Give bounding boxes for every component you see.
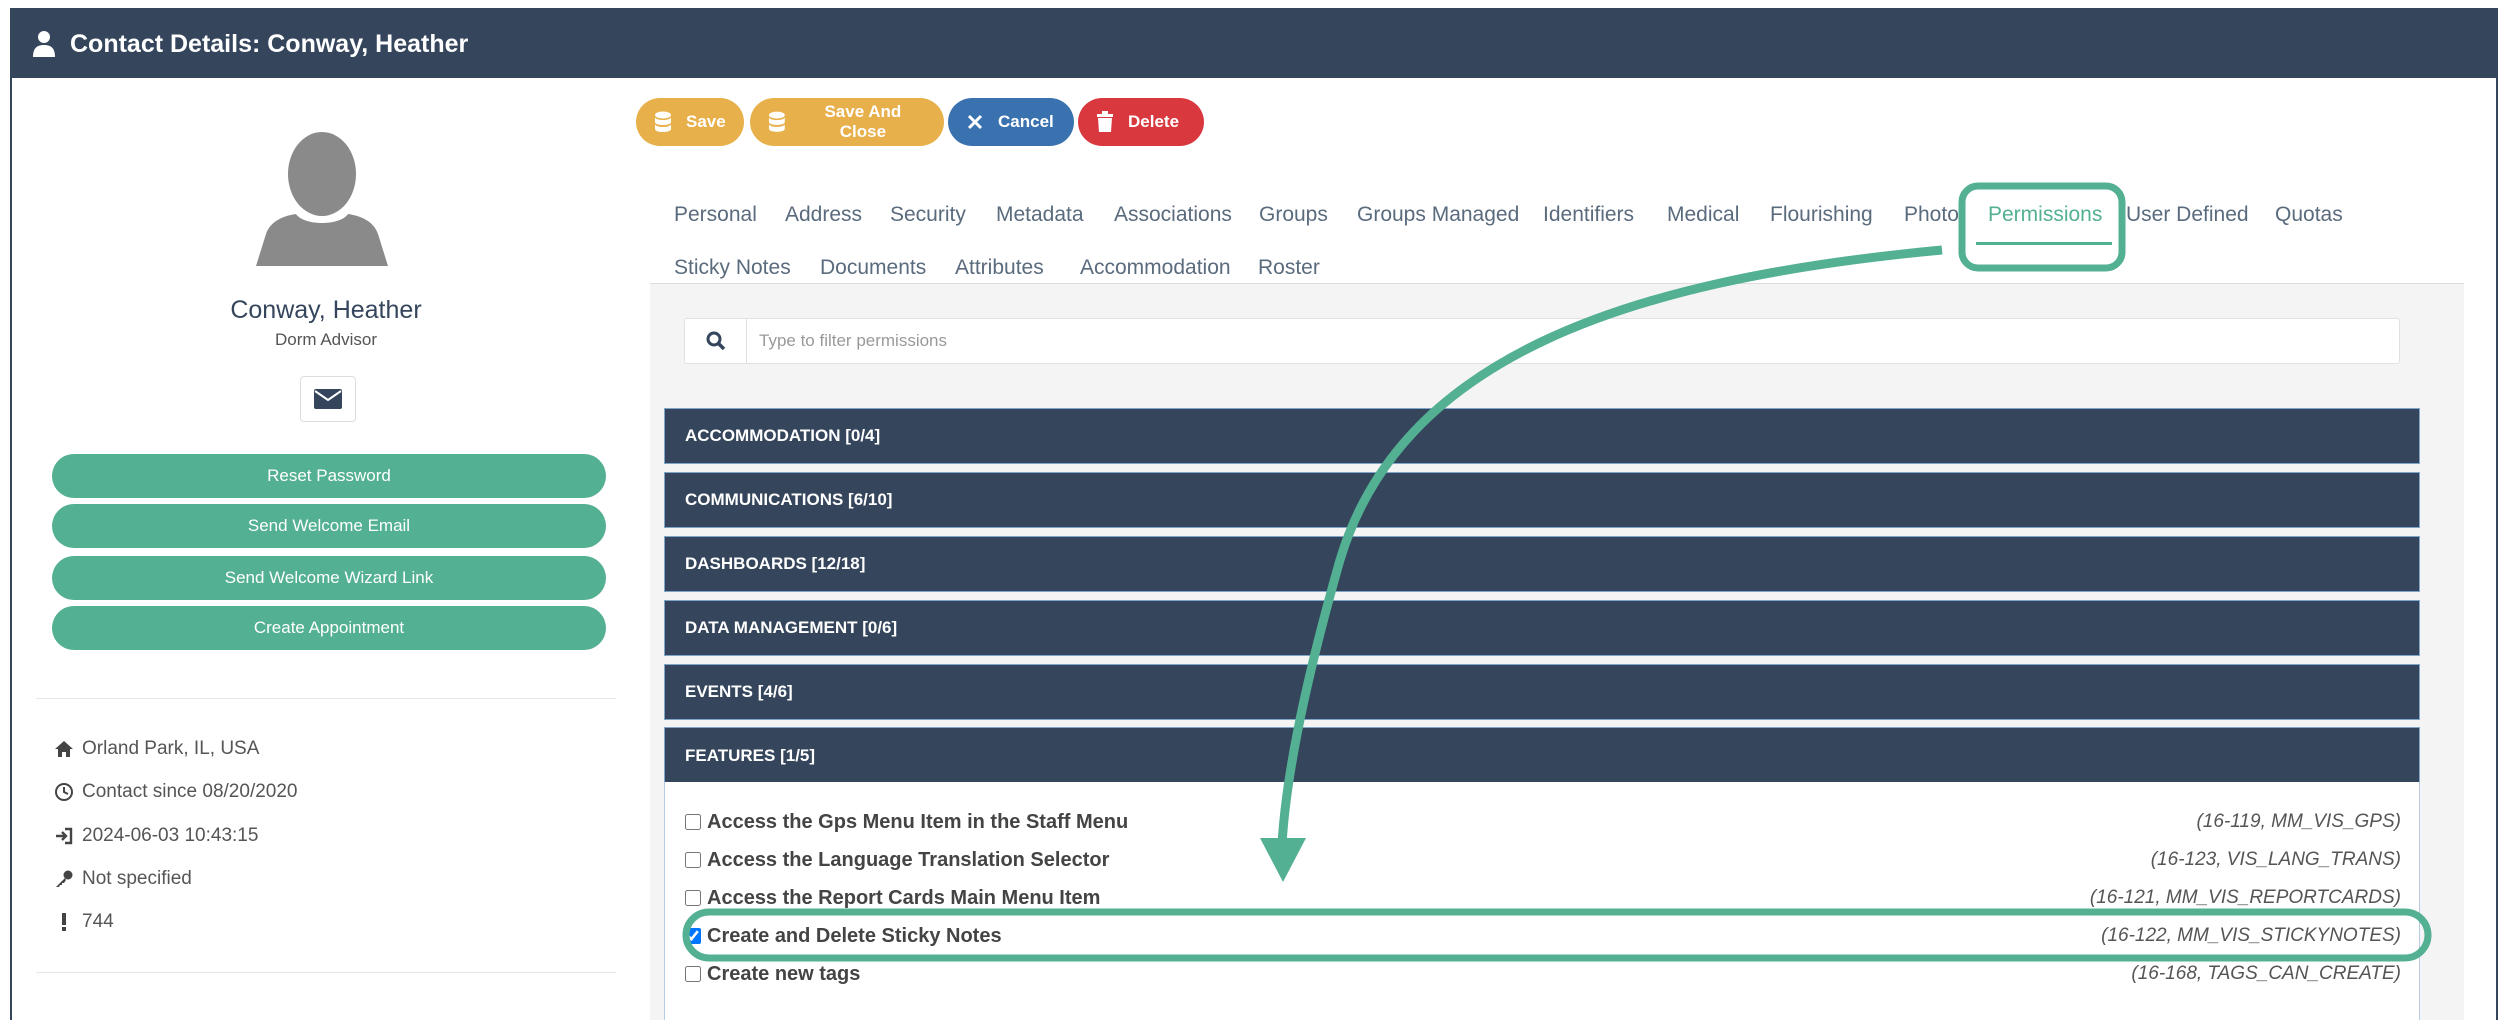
contact-name: Conway, Heather [230,296,422,324]
permission-code: (16-119, MM_VIS_GPS) [2196,811,2401,832]
tab-accommodation[interactable]: Accommodation [1080,256,1231,280]
create-appointment-button[interactable]: Create Appointment [52,606,606,650]
permission-label: Access the Report Cards Main Menu Item [707,886,1101,909]
permission-code: (16-122, MM_VIS_STICKYNOTES) [2101,925,2401,946]
permissions-panel: ACCOMMODATION [0/4] COMMUNICATIONS [6/10… [650,284,2464,1020]
database-icon [655,111,671,132]
search-icon [685,319,747,363]
active-tab-indicator [1976,242,2112,245]
clock-icon [55,783,73,801]
info-contact-since: Contact since 08/20/2020 [54,777,298,807]
divider [36,698,616,699]
tab-flourishing[interactable]: Flourishing [1770,203,1873,227]
category-communications[interactable]: COMMUNICATIONS [6/10] [664,472,2420,528]
title-bar: Contact Details: Conway, Heather [12,10,2496,78]
category-events[interactable]: EVENTS [4/6] [664,664,2420,720]
exclamation-icon [62,913,66,931]
divider [36,972,616,973]
tab-groups[interactable]: Groups [1259,203,1328,227]
send-welcome-email-button[interactable]: Send Welcome Email [52,504,606,548]
permission-code: (16-123, VIS_LANG_TRANS) [2150,849,2401,870]
contact-role: Dorm Advisor [274,330,378,349]
permission-row: Create and Delete Sticky Notes (16-122, … [665,920,2421,952]
permission-label: Access the Gps Menu Item in the Staff Me… [707,810,1129,833]
avatar [256,132,388,266]
save-button[interactable]: Save [636,98,744,146]
tab-user-defined[interactable]: User Defined [2126,203,2249,227]
database-icon [768,111,785,132]
send-welcome-wizard-link-button[interactable]: Send Welcome Wizard Link [52,556,606,600]
tab-attributes[interactable]: Attributes [955,256,1044,280]
permission-label: Create new tags [707,962,861,985]
category-data-management[interactable]: DATA MANAGEMENT [0/6] [664,600,2420,656]
permission-label: Create and Delete Sticky Notes [707,924,1002,947]
tab-metadata[interactable]: Metadata [996,203,1084,227]
tab-permissions[interactable]: Permissions [1988,203,2102,227]
key-icon [56,870,73,887]
tab-sticky-notes[interactable]: Sticky Notes [674,256,791,280]
permission-checkbox[interactable] [685,890,701,906]
permission-code: (16-121, MM_VIS_REPORTCARDS) [2089,887,2401,908]
home-icon [55,741,73,757]
tab-security[interactable]: Security [890,203,966,227]
tab-address[interactable]: Address [785,203,862,227]
permission-checkbox[interactable] [685,928,701,944]
features-permission-list: Access the Gps Menu Item in the Staff Me… [664,782,2420,1020]
window-title: Contact Details: Conway, Heather [70,29,469,58]
info-last-login: 2024-06-03 10:43:15 [54,821,258,851]
permission-row: Access the Language Translation Selector… [665,844,2421,876]
permission-row: Create new tags (16-168, TAGS_CAN_CREATE… [665,958,2421,990]
tab-documents[interactable]: Documents [820,256,926,280]
tab-photo[interactable]: Photo [1904,203,1959,227]
reset-password-button[interactable]: Reset Password [52,454,606,498]
permission-checkbox[interactable] [685,852,701,868]
delete-button[interactable]: Delete [1078,98,1204,146]
info-password: Not specified [54,864,192,894]
user-icon [33,31,55,57]
tab-roster[interactable]: Roster [1258,256,1320,280]
info-count: 744 [54,907,114,937]
category-dashboards[interactable]: DASHBOARDS [12/18] [664,536,2420,592]
tab-bar: Personal Address Security Metadata Assoc… [650,178,2464,284]
envelope-icon [314,389,342,409]
permission-label: Access the Language Translation Selector [707,848,1110,871]
permission-code: (16-168, TAGS_CAN_CREATE) [2131,963,2401,984]
sign-in-icon [56,827,73,845]
tab-personal[interactable]: Personal [674,203,757,227]
category-accommodation[interactable]: ACCOMMODATION [0/4] [664,408,2420,464]
tab-associations[interactable]: Associations [1114,203,1232,227]
close-icon [967,114,983,130]
filter-box [684,318,2400,364]
permission-filter-input[interactable] [759,325,2359,357]
trash-icon [1097,111,1113,132]
permission-checkbox[interactable] [685,814,701,830]
cancel-button[interactable]: Cancel [948,98,1074,146]
save-and-close-button[interactable]: Save And Close [750,98,944,146]
tab-identifiers[interactable]: Identifiers [1543,203,1634,227]
tab-medical[interactable]: Medical [1667,203,1739,227]
tab-groups-managed[interactable]: Groups Managed [1357,203,1519,227]
info-location: Orland Park, IL, USA [54,734,259,764]
permission-checkbox[interactable] [685,966,701,982]
permission-row: Access the Report Cards Main Menu Item (… [665,882,2421,914]
permission-row: Access the Gps Menu Item in the Staff Me… [665,806,2421,838]
email-button[interactable] [300,376,356,422]
category-features[interactable]: FEATURES [1/5] [664,727,2420,783]
tab-quotas[interactable]: Quotas [2275,203,2343,227]
